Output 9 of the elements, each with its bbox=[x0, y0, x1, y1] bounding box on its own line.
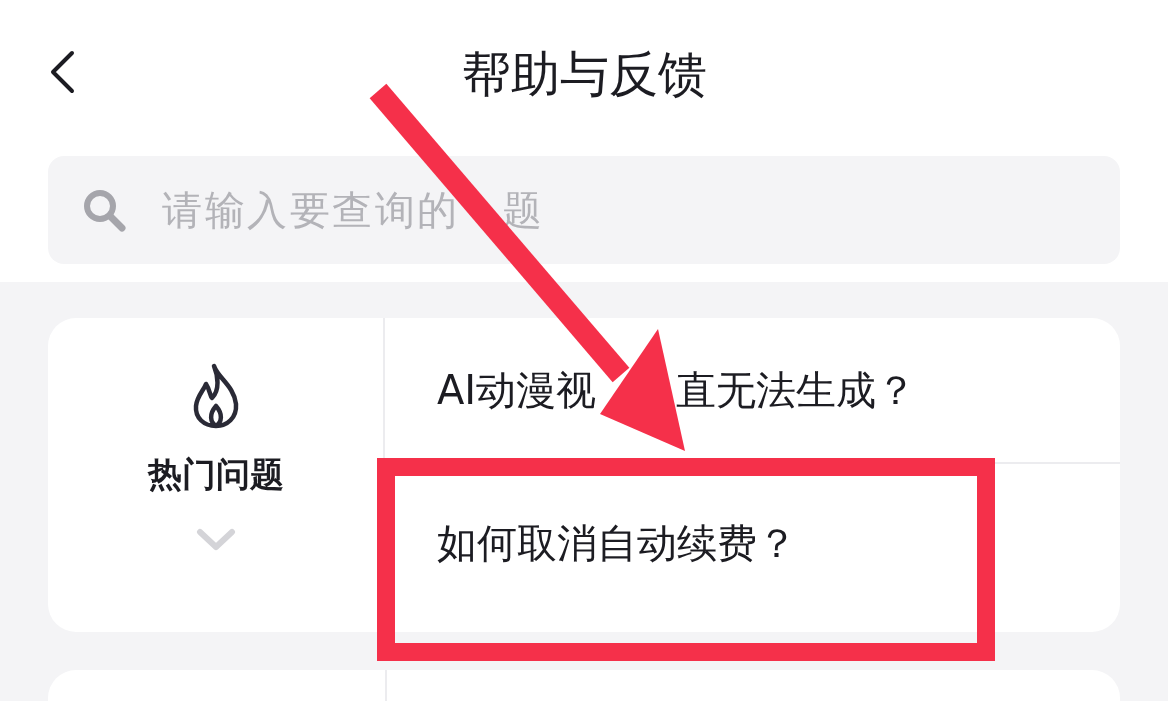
back-icon[interactable] bbox=[48, 50, 76, 94]
page-title: 帮助与反馈 bbox=[461, 45, 707, 105]
category-label: 热门问题 bbox=[147, 453, 284, 496]
question-link[interactable]: 直无法生成？ bbox=[676, 362, 917, 418]
placeholder-text: 题 bbox=[502, 185, 545, 235]
placeholder-text: 请输入要查询的 bbox=[162, 185, 460, 235]
question-link[interactable]: 如何取消自动续费？ bbox=[437, 516, 797, 571]
search-icon bbox=[82, 188, 126, 232]
question-link[interactable]: AI动漫视 bbox=[437, 362, 597, 418]
